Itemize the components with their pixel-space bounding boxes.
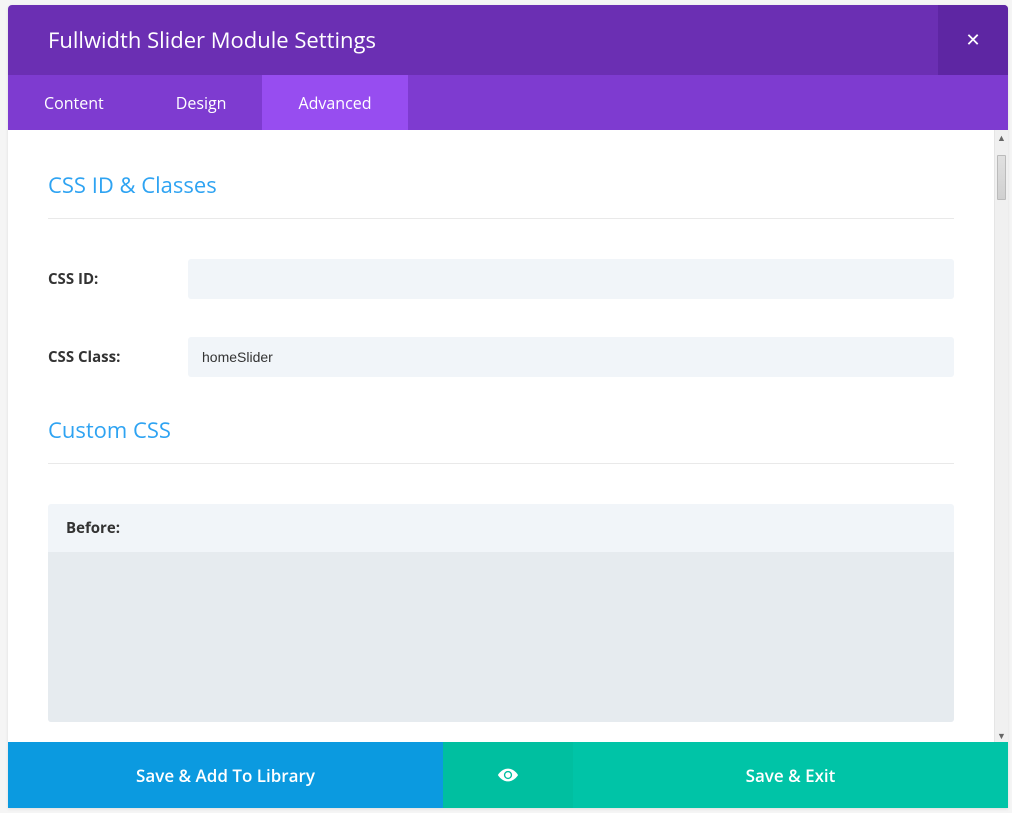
section-heading-custom-css: Custom CSS: [48, 415, 954, 464]
tab-design[interactable]: Design: [140, 75, 263, 130]
save-exit-button[interactable]: Save & Exit: [573, 742, 1008, 808]
close-icon: ✕: [965, 28, 980, 52]
css-class-input[interactable]: [188, 337, 954, 377]
tab-bar: Content Design Advanced: [8, 75, 1008, 130]
css-class-label: CSS Class:: [48, 347, 188, 367]
scroll-up-icon[interactable]: ▲: [995, 130, 1008, 144]
css-id-input[interactable]: [188, 259, 954, 299]
custom-css-before-label: Before:: [48, 504, 954, 552]
modal-title: Fullwidth Slider Module Settings: [48, 25, 376, 55]
custom-css-before-textarea[interactable]: [48, 552, 954, 722]
field-row-css-id: CSS ID:: [48, 259, 954, 299]
preview-button[interactable]: [443, 742, 573, 808]
custom-css-before-block: Before:: [48, 504, 954, 722]
scroll-down-icon[interactable]: ▼: [995, 728, 1008, 742]
scrollbar[interactable]: ▲ ▼: [994, 130, 1008, 742]
content-area: CSS ID & Classes CSS ID: CSS Class: Cust…: [8, 130, 1008, 742]
module-settings-modal: Fullwidth Slider Module Settings ✕ Conte…: [8, 5, 1008, 808]
section-heading-css-id-classes: CSS ID & Classes: [48, 170, 954, 219]
tab-advanced[interactable]: Advanced: [262, 75, 407, 130]
content-inner: CSS ID & Classes CSS ID: CSS Class: Cust…: [8, 130, 994, 742]
eye-icon: [497, 764, 519, 786]
modal-header: Fullwidth Slider Module Settings ✕: [8, 5, 1008, 75]
field-row-css-class: CSS Class:: [48, 337, 954, 377]
modal-footer: Save & Add To Library Save & Exit: [8, 742, 1008, 808]
save-add-library-button[interactable]: Save & Add To Library: [8, 742, 443, 808]
content-scroll[interactable]: CSS ID & Classes CSS ID: CSS Class: Cust…: [8, 130, 994, 742]
close-button[interactable]: ✕: [938, 5, 1008, 75]
css-id-label: CSS ID:: [48, 269, 188, 289]
scroll-thumb[interactable]: [997, 155, 1006, 200]
tab-content[interactable]: Content: [8, 75, 140, 130]
